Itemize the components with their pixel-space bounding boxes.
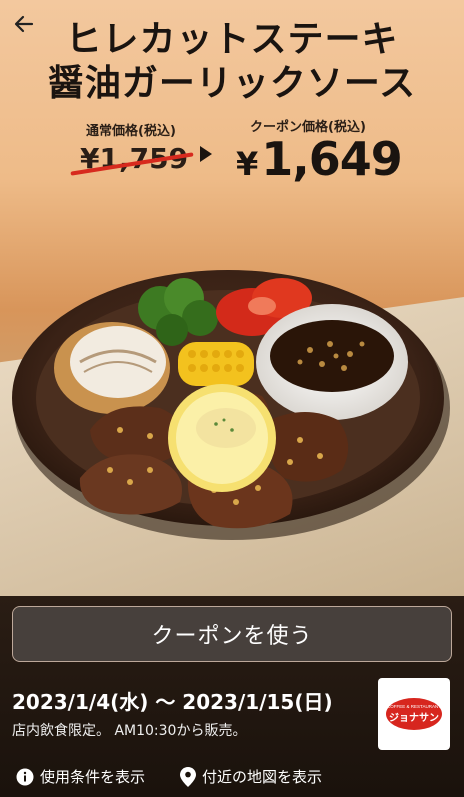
logo-subtitle: COFFEE & RESTAURANT	[387, 704, 441, 709]
title-line1: ヒレカットステーキ	[65, 19, 399, 60]
terms-link[interactable]: 使用条件を表示	[16, 766, 145, 787]
map-link[interactable]: 付近の地図を表示	[180, 766, 322, 787]
brand-logo: COFFEE & RESTAURANT ジョナサン	[378, 678, 450, 750]
title-line2: 醤油ガーリックソース	[47, 63, 417, 104]
hero-image: ヒレカットステーキ 醤油ガーリックソース 通常価格(税込) ¥1,759 クーポ…	[0, 0, 464, 596]
valid-period: 2023/1/4(水) 〜 2023/1/15(日)	[12, 690, 333, 714]
yen-symbol: ¥	[236, 145, 258, 183]
product-title: ヒレカットステーキ 醤油ガーリックソース	[0, 18, 464, 106]
use-coupon-button[interactable]: クーポンを使う	[12, 606, 452, 662]
logo-name: ジョナサン	[389, 712, 439, 724]
info-icon	[16, 768, 34, 785]
regular-price-label: 通常価格(税込)	[86, 124, 176, 139]
terms-link-label: 使用条件を表示	[40, 768, 146, 786]
arrow-right-icon	[200, 146, 212, 162]
price-row: 通常価格(税込) ¥1,759 クーポン価格(税込) ¥1,649	[0, 118, 464, 188]
usage-note: 店内飲食限定。 AM10:30から販売。	[12, 723, 247, 739]
coupon-price: ¥1,649	[236, 132, 403, 186]
location-pin-icon	[180, 766, 196, 787]
coupon-price-value: 1,649	[261, 132, 403, 186]
coupon-panel: クーポンを使う 2023/1/4(水) 〜 2023/1/15(日) 店内飲食限…	[0, 596, 464, 797]
map-link-label: 付近の地図を表示	[202, 768, 323, 786]
